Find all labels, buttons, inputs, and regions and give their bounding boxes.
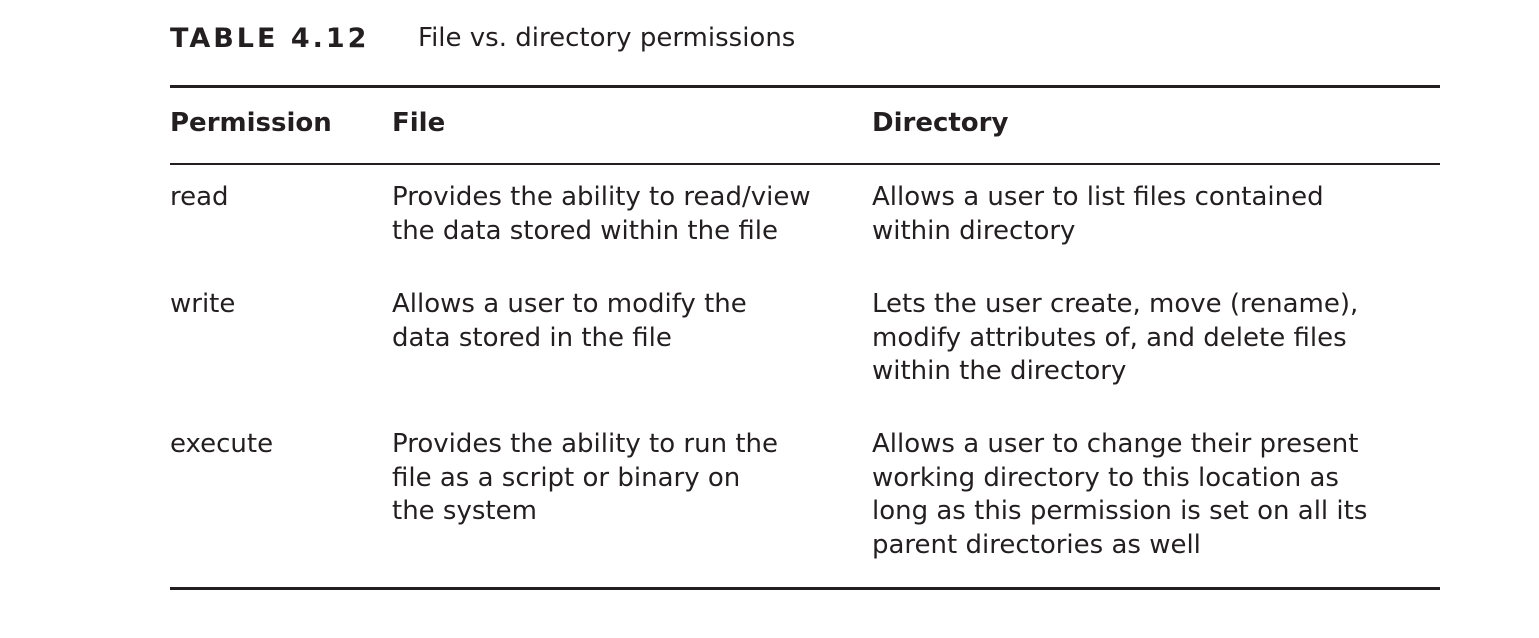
header-directory: Directory [872, 108, 1009, 138]
table-title: File vs. directory permissions [418, 23, 796, 53]
row-execute-directory: Allows a user to change their present wo… [872, 429, 1368, 560]
row-read-file: Provides the ability to read/view the da… [392, 182, 811, 246]
row-read-permission: read [170, 182, 229, 212]
header-permission: Permission [170, 108, 332, 138]
row-write-permission: write [170, 289, 236, 319]
row-write-directory: Lets the user create, move (rename), mod… [872, 289, 1359, 386]
row-write-file: Allows a user to modify the data stored … [392, 289, 747, 353]
table-caption: TABLE 4.12 File vs. directory permission… [170, 18, 795, 58]
header-rule [170, 163, 1440, 165]
table-number: TABLE 4.12 [170, 22, 370, 54]
row-execute-file: Provides the ability to run the file as … [392, 429, 779, 526]
row-read-directory: Allows a user to list files contained wi… [872, 182, 1324, 246]
header-file: File [392, 108, 446, 138]
row-execute-permission: execute [170, 429, 274, 459]
bottom-rule [170, 587, 1440, 590]
top-rule [170, 85, 1440, 88]
